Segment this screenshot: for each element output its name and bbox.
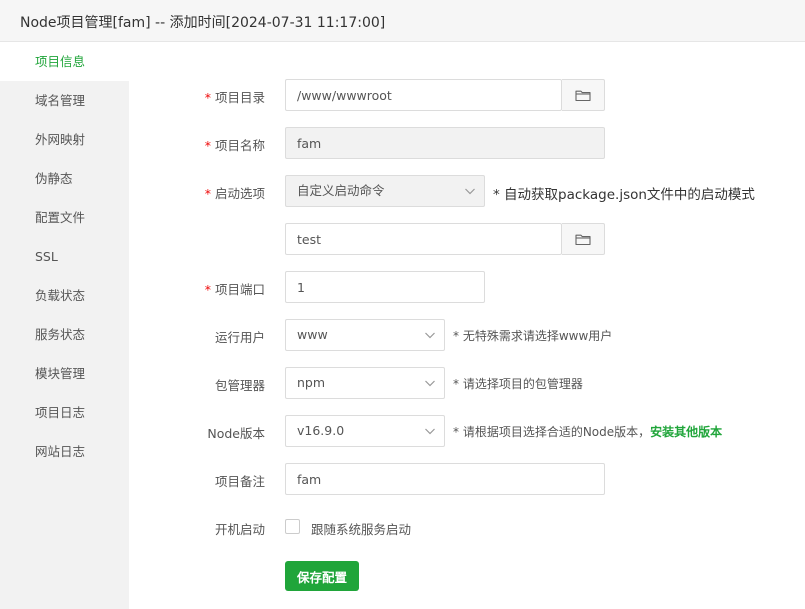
- run-user-selected: www: [297, 327, 328, 342]
- start-option-select[interactable]: 自定义启动命令: [285, 175, 485, 207]
- chevron-down-icon: [425, 428, 435, 435]
- node-version-selected: v16.9.0: [297, 423, 345, 438]
- node-version-hint: * 请根据项目选择合适的Node版本，安装其他版本: [453, 423, 722, 440]
- remark-input[interactable]: [285, 463, 605, 495]
- start-command-browse-button[interactable]: [562, 223, 605, 255]
- save-config-button[interactable]: 保存配置: [285, 561, 359, 591]
- project-port-label-text: 项目端口: [214, 282, 265, 297]
- run-user-label: 运行用户: [214, 330, 265, 345]
- autostart-label: 开机启动: [214, 522, 265, 537]
- package-manager-selected: npm: [297, 375, 326, 390]
- start-option-hint: * 自动获取package.json文件中的启动模式: [493, 187, 755, 203]
- node-version-hint-text: * 请根据项目选择合适的Node版本，: [453, 425, 651, 439]
- package-manager-select[interactable]: npm: [285, 367, 445, 399]
- folder-icon: [575, 234, 591, 245]
- remark-label: 项目备注: [214, 474, 265, 489]
- sidebar-item-project-info[interactable]: 项目信息: [0, 42, 129, 81]
- project-dir-label: * 项目目录: [0, 87, 265, 106]
- project-name-input[interactable]: [285, 127, 605, 159]
- project-name-label: * 项目名称: [0, 135, 265, 154]
- package-manager-hint: * 请选择项目的包管理器: [453, 377, 583, 391]
- project-dir-label-text: 项目目录: [214, 90, 265, 105]
- chevron-down-icon: [425, 332, 435, 339]
- project-dir-input[interactable]: [285, 79, 562, 111]
- node-version-select[interactable]: v16.9.0: [285, 415, 445, 447]
- window-title: Node项目管理[fam] -- 添加时间[2024-07-31 11:17:0…: [20, 15, 386, 31]
- chevron-down-icon: [425, 380, 435, 387]
- install-other-versions-link[interactable]: 安装其他版本: [650, 425, 722, 439]
- project-name-label-text: 项目名称: [214, 138, 265, 153]
- run-user-hint: * 无特殊需求请选择www用户: [453, 329, 613, 343]
- chevron-down-icon: [465, 188, 475, 195]
- required-mark: *: [204, 138, 211, 153]
- autostart-checkbox[interactable]: [285, 519, 300, 534]
- start-option-label-text: 启动选项: [214, 186, 265, 201]
- title-bar: Node项目管理[fam] -- 添加时间[2024-07-31 11:17:0…: [0, 0, 805, 42]
- required-mark: *: [204, 90, 211, 105]
- required-mark: *: [204, 186, 211, 201]
- run-user-select[interactable]: www: [285, 319, 445, 351]
- sidebar-item-config-file[interactable]: 配置文件: [0, 198, 129, 237]
- package-manager-label: 包管理器: [214, 378, 265, 393]
- start-command-input[interactable]: [285, 223, 562, 255]
- sidebar-item-ssl[interactable]: SSL: [0, 237, 129, 276]
- node-version-label: Node版本: [207, 426, 265, 441]
- project-port-input[interactable]: [285, 271, 485, 303]
- start-option-selected: 自定义启动命令: [297, 183, 385, 198]
- project-port-label: * 项目端口: [0, 279, 265, 298]
- folder-icon: [575, 90, 591, 101]
- required-mark: *: [204, 282, 211, 297]
- start-option-label: * 启动选项: [0, 183, 265, 202]
- project-dir-browse-button[interactable]: [562, 79, 605, 111]
- autostart-checkbox-label[interactable]: 跟随系统服务启动: [311, 519, 411, 538]
